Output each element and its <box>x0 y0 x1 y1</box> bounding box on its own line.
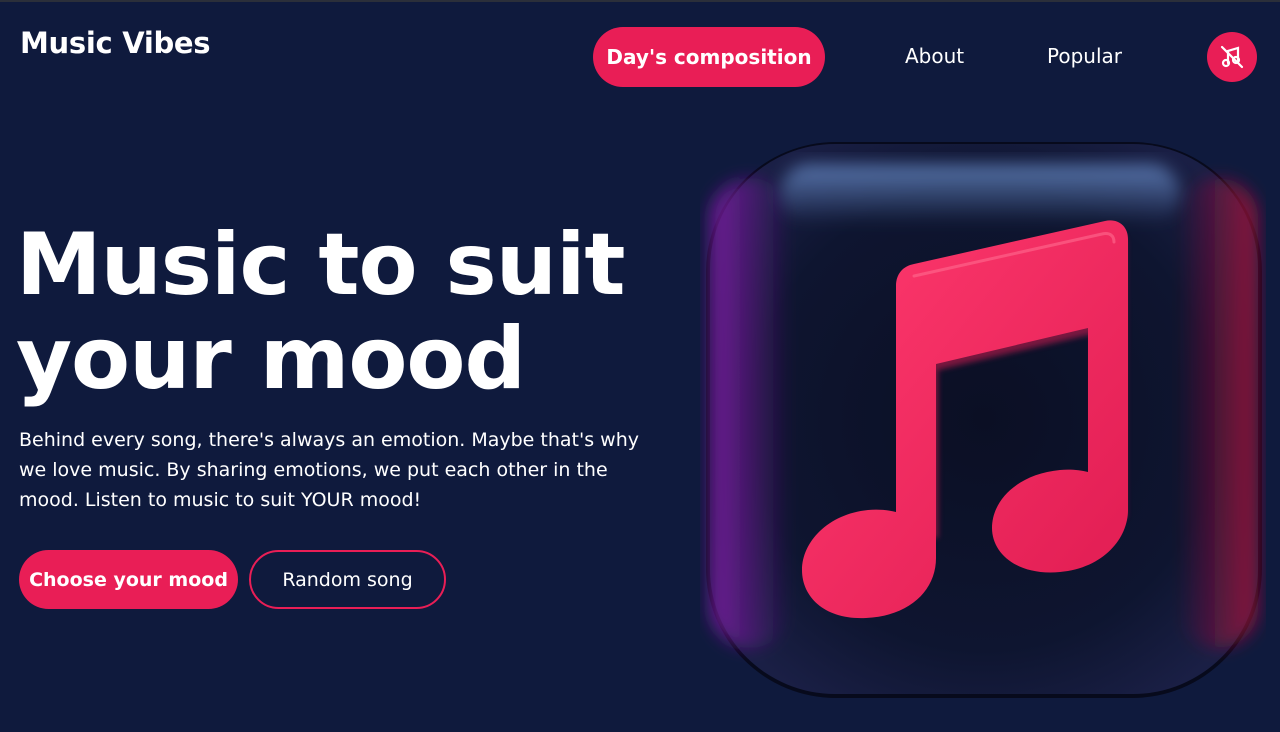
hero-title: Music to suit your mood <box>16 218 656 406</box>
choose-mood-button[interactable]: Choose your mood <box>19 550 238 609</box>
nav-about[interactable]: About <box>905 44 964 68</box>
music-note-icon <box>706 142 1262 698</box>
no-music-icon <box>1220 45 1244 69</box>
hero-title-line-2: your mood <box>16 309 526 409</box>
site-logo[interactable]: Music Vibes <box>20 26 211 60</box>
nav-days-composition[interactable]: Day's composition <box>593 27 825 87</box>
nav-popular[interactable]: Popular <box>1047 44 1122 68</box>
profile-button[interactable] <box>1207 32 1257 82</box>
random-song-button[interactable]: Random song <box>249 550 446 609</box>
hero-description: Behind every song, there's always an emo… <box>19 429 639 511</box>
hero-title-line-1: Music to suit <box>16 215 626 315</box>
top-border <box>0 0 1280 2</box>
